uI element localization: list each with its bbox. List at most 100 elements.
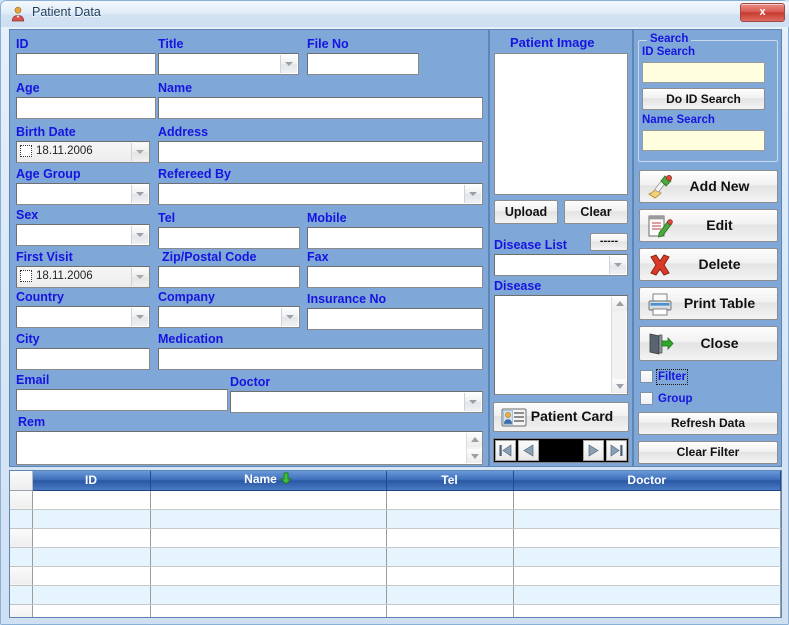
- rem-scrollbar[interactable]: [466, 433, 482, 463]
- close-window-button[interactable]: x: [740, 3, 785, 22]
- city-input[interactable]: [16, 348, 150, 370]
- filter-checkbox[interactable]: [640, 370, 653, 383]
- column-header-id[interactable]: ID: [32, 471, 151, 491]
- row-selector[interactable]: [10, 490, 33, 510]
- row-selector[interactable]: [10, 528, 33, 548]
- disease-list-browse-button[interactable]: -----: [590, 233, 628, 251]
- record-navigator[interactable]: [493, 438, 629, 463]
- birth-date-picker[interactable]: 18.11.2006: [16, 141, 150, 163]
- cell-id[interactable]: [32, 528, 151, 548]
- cell-id[interactable]: [32, 547, 151, 567]
- cell-tel[interactable]: [386, 547, 514, 567]
- column-header-name[interactable]: Name: [150, 471, 387, 491]
- cell-doctor[interactable]: [513, 528, 781, 548]
- row-selector[interactable]: [10, 547, 33, 567]
- first-visit-checkbox[interactable]: [20, 270, 32, 282]
- zip-code-input[interactable]: [158, 266, 300, 288]
- company-combo[interactable]: [158, 306, 300, 328]
- column-header-doctor[interactable]: Doctor: [513, 471, 781, 491]
- cell-doctor[interactable]: [513, 604, 781, 617]
- insurance-no-input[interactable]: [307, 308, 483, 330]
- chevron-down-icon[interactable]: [131, 143, 148, 161]
- refresh-data-button[interactable]: Refresh Data: [638, 412, 778, 435]
- next-record-button[interactable]: [583, 440, 604, 461]
- cell-name[interactable]: [150, 528, 387, 548]
- cell-doctor[interactable]: [513, 490, 781, 510]
- id-search-input[interactable]: [642, 62, 765, 83]
- file-no-input[interactable]: [307, 53, 419, 75]
- previous-record-button[interactable]: [518, 440, 539, 461]
- table-row[interactable]: [10, 528, 781, 548]
- table-row[interactable]: [10, 604, 781, 617]
- medication-input[interactable]: [158, 348, 483, 370]
- cell-name[interactable]: [150, 604, 387, 617]
- doctor-combo[interactable]: [230, 391, 483, 413]
- last-record-button[interactable]: [606, 440, 627, 461]
- print-table-button[interactable]: Print Table: [639, 287, 778, 320]
- cell-name[interactable]: [150, 566, 387, 586]
- disease-list-combo[interactable]: [494, 254, 628, 276]
- row-selector[interactable]: [10, 604, 33, 617]
- cell-doctor[interactable]: [513, 585, 781, 605]
- scroll-up-icon[interactable]: [612, 297, 627, 311]
- cell-name[interactable]: [150, 547, 387, 567]
- rem-memo[interactable]: [16, 431, 483, 465]
- mobile-input[interactable]: [307, 227, 483, 249]
- cell-tel[interactable]: [386, 585, 514, 605]
- row-selector[interactable]: [10, 509, 33, 529]
- id-input[interactable]: [16, 53, 156, 75]
- row-selector[interactable]: [10, 566, 33, 586]
- group-label[interactable]: Group: [658, 393, 693, 405]
- refereed-by-combo[interactable]: [158, 183, 483, 205]
- cell-id[interactable]: [32, 490, 151, 510]
- cell-id[interactable]: [32, 604, 151, 617]
- cell-doctor[interactable]: [513, 566, 781, 586]
- cell-id[interactable]: [32, 566, 151, 586]
- cell-tel[interactable]: [386, 566, 514, 586]
- table-row[interactable]: [10, 566, 781, 586]
- tel-input[interactable]: [158, 227, 300, 249]
- first-visit-date-picker[interactable]: 18.11.2006: [16, 266, 150, 288]
- add-new-button[interactable]: Add New: [639, 170, 778, 203]
- age-group-combo[interactable]: [16, 183, 150, 205]
- birth-date-checkbox[interactable]: [20, 145, 32, 157]
- cell-name[interactable]: [150, 509, 387, 529]
- edit-button[interactable]: Edit: [639, 209, 778, 242]
- fax-input[interactable]: [307, 266, 483, 288]
- cell-tel[interactable]: [386, 604, 514, 617]
- table-row[interactable]: [10, 509, 781, 529]
- scroll-down-icon[interactable]: [612, 379, 627, 393]
- clear-filter-button[interactable]: Clear Filter: [638, 441, 778, 464]
- age-input[interactable]: [16, 97, 156, 119]
- name-search-input[interactable]: [642, 130, 765, 151]
- first-record-button[interactable]: [495, 440, 516, 461]
- cell-name[interactable]: [150, 585, 387, 605]
- clear-image-button[interactable]: Clear: [564, 200, 628, 224]
- group-checkbox[interactable]: [640, 392, 653, 405]
- table-row[interactable]: [10, 547, 781, 567]
- scroll-down-icon[interactable]: [467, 449, 482, 463]
- cell-name[interactable]: [150, 490, 387, 510]
- patients-grid[interactable]: ID Name Tel Doctor: [9, 470, 782, 618]
- name-input[interactable]: [158, 97, 483, 119]
- scroll-up-icon[interactable]: [467, 433, 482, 447]
- row-selector[interactable]: [10, 585, 33, 605]
- cell-tel[interactable]: [386, 490, 514, 510]
- cell-id[interactable]: [32, 509, 151, 529]
- address-input[interactable]: [158, 141, 483, 163]
- country-combo[interactable]: [16, 306, 150, 328]
- close-button[interactable]: Close: [639, 326, 778, 361]
- email-input[interactable]: [16, 389, 228, 411]
- cell-tel[interactable]: [386, 509, 514, 529]
- cell-doctor[interactable]: [513, 509, 781, 529]
- cell-id[interactable]: [32, 585, 151, 605]
- chevron-down-icon[interactable]: [131, 268, 148, 286]
- disease-memo[interactable]: [494, 295, 628, 395]
- do-id-search-button[interactable]: Do ID Search: [642, 88, 765, 110]
- cell-doctor[interactable]: [513, 547, 781, 567]
- cell-tel[interactable]: [386, 528, 514, 548]
- filter-label[interactable]: Filter: [655, 369, 689, 385]
- column-header-tel[interactable]: Tel: [386, 471, 514, 491]
- table-row[interactable]: [10, 585, 781, 605]
- patient-image-box[interactable]: [494, 53, 628, 195]
